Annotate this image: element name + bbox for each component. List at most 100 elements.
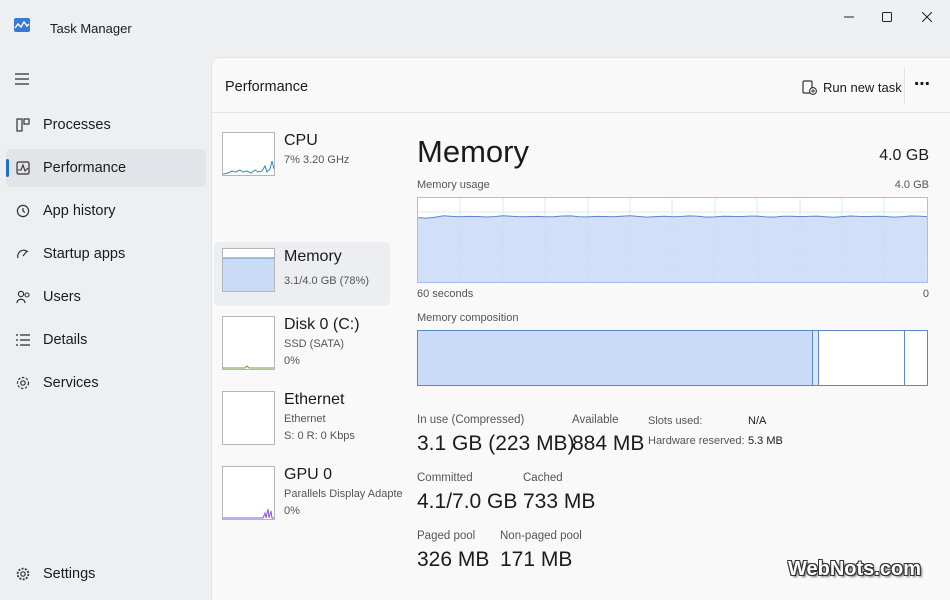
nav-item-performance[interactable]: Performance bbox=[6, 149, 206, 187]
cached-value: 733 MB bbox=[523, 490, 596, 513]
device-sub-disk-usage: 0% bbox=[284, 355, 300, 367]
memory-usage-area bbox=[418, 215, 927, 282]
device-sub-ethernet-throughput: S: 0 R: 0 Kbps bbox=[284, 430, 355, 442]
paged-pool-value: 326 MB bbox=[417, 548, 490, 571]
nav-item-processes[interactable]: Processes bbox=[6, 106, 206, 144]
cached-label: Cached bbox=[523, 472, 563, 484]
nav-label-settings: Settings bbox=[43, 566, 96, 582]
slots-used-label: Slots used: bbox=[648, 415, 703, 427]
webnots-watermark: WebNots.com bbox=[788, 558, 921, 580]
memory-sparkline bbox=[223, 257, 274, 291]
minimize-icon bbox=[844, 16, 854, 18]
nav-label-services: Services bbox=[43, 375, 99, 391]
memory-composition-bar bbox=[417, 330, 928, 386]
available-value: 884 MB bbox=[572, 432, 645, 455]
main-panel: Performance Run new task ⋯ CPU 7% 3.20 G… bbox=[211, 57, 950, 600]
hardware-reserved-value: 5.3 MB bbox=[748, 435, 783, 447]
device-list: CPU 7% 3.20 GHz Memory 3.1/4.0 GB (78%) … bbox=[212, 114, 403, 600]
device-sub-disk-type: SSD (SATA) bbox=[284, 338, 345, 350]
device-item-cpu[interactable]: CPU 7% 3.20 GHz bbox=[214, 126, 390, 190]
non-paged-pool-label: Non-paged pool bbox=[500, 530, 582, 542]
memory-thumbnail-graph bbox=[222, 248, 275, 292]
device-item-memory[interactable]: Memory 3.1/4.0 GB (78%) bbox=[214, 242, 390, 306]
hamburger-menu-icon[interactable] bbox=[14, 72, 32, 90]
services-icon bbox=[15, 375, 31, 391]
nav-label-users: Users bbox=[43, 289, 81, 305]
performance-icon bbox=[15, 160, 31, 176]
maximize-button[interactable] bbox=[867, 4, 907, 30]
memory-title: Memory bbox=[417, 134, 529, 169]
header-divider bbox=[904, 68, 905, 104]
disk-sparkline bbox=[223, 365, 274, 369]
nav-item-users[interactable]: Users bbox=[6, 278, 206, 316]
memory-total: 4.0 GB bbox=[879, 147, 929, 164]
more-options-button[interactable]: ⋯ bbox=[914, 74, 931, 94]
nav-item-app-history[interactable]: App history bbox=[6, 192, 206, 230]
cpu-thumbnail-graph bbox=[222, 132, 275, 176]
device-sub-gpu-adapter: Parallels Display Adapte bbox=[284, 488, 403, 500]
composition-free-segment bbox=[905, 331, 927, 385]
page-title: Performance bbox=[225, 79, 309, 95]
device-item-disk[interactable]: Disk 0 (C:) SSD (SATA) 0% bbox=[214, 310, 390, 374]
device-name-ethernet: Ethernet bbox=[284, 391, 345, 408]
memory-composition-label: Memory composition bbox=[417, 312, 519, 324]
in-use-label: In use (Compressed) bbox=[417, 414, 525, 426]
close-icon bbox=[922, 12, 932, 22]
device-name-gpu: GPU 0 bbox=[284, 466, 333, 483]
composition-standby-segment bbox=[819, 331, 905, 385]
processes-icon bbox=[15, 117, 31, 133]
disk-thumbnail-graph bbox=[222, 316, 275, 370]
details-icon bbox=[15, 332, 31, 348]
device-sub-ethernet-adapter: Ethernet bbox=[284, 413, 326, 425]
task-manager-icon bbox=[14, 18, 30, 32]
axis-zero-label: 0 bbox=[922, 288, 929, 300]
available-label: Available bbox=[572, 414, 619, 426]
committed-label: Committed bbox=[417, 472, 473, 484]
run-new-task-label: Run new task bbox=[823, 79, 902, 95]
composition-in-use-segment bbox=[418, 331, 813, 385]
memory-usage-graph bbox=[417, 197, 928, 283]
nav-label-details: Details bbox=[43, 332, 88, 348]
minimize-button[interactable] bbox=[829, 4, 869, 30]
run-new-task-icon bbox=[802, 79, 817, 95]
device-name-disk: Disk 0 (C:) bbox=[284, 316, 360, 333]
device-item-gpu[interactable]: GPU 0 Parallels Display Adapte 0% bbox=[214, 460, 403, 524]
gpu-thumbnail-graph bbox=[222, 466, 275, 520]
memory-usage-label: Memory usage bbox=[417, 179, 490, 191]
navigation-pane: Processes Performance App history Startu… bbox=[0, 60, 210, 600]
device-name-memory: Memory bbox=[284, 248, 342, 265]
slots-used-value: N/A bbox=[748, 415, 767, 427]
non-paged-pool-value: 171 MB bbox=[500, 548, 573, 571]
device-sub-cpu: 7% 3.20 GHz bbox=[284, 154, 350, 166]
ethernet-thumbnail-graph bbox=[222, 391, 275, 445]
nav-label-startup-apps: Startup apps bbox=[43, 246, 126, 262]
run-new-task-button[interactable]: Run new task bbox=[802, 76, 902, 98]
memory-detail-panel: Memory 4.0 GB Memory usage 4.0 GB 60 sec… bbox=[417, 114, 937, 594]
device-name-cpu: CPU bbox=[284, 132, 318, 149]
device-sub-memory: 3.1/4.0 GB (78%) bbox=[284, 275, 369, 287]
nav-item-startup-apps[interactable]: Startup apps bbox=[6, 235, 206, 273]
title-bar: Task Manager bbox=[0, 0, 950, 46]
device-sub-gpu-usage: 0% bbox=[284, 505, 300, 517]
nav-item-settings[interactable]: Settings bbox=[6, 555, 206, 593]
maximize-icon bbox=[882, 12, 892, 22]
time-span-label: 60 seconds bbox=[417, 288, 474, 300]
device-item-ethernet[interactable]: Ethernet Ethernet S: 0 R: 0 Kbps bbox=[214, 385, 390, 449]
settings-gear-icon bbox=[15, 566, 31, 582]
memory-usage-chart bbox=[418, 198, 927, 282]
page-header: Performance Run new task ⋯ bbox=[212, 58, 950, 113]
memory-usage-max: 4.0 GB bbox=[894, 179, 929, 191]
nav-item-details[interactable]: Details bbox=[6, 321, 206, 359]
window-title: Task Manager bbox=[50, 21, 132, 36]
nav-item-services[interactable]: Services bbox=[6, 364, 206, 402]
cpu-sparkline bbox=[223, 160, 274, 175]
nav-label-app-history: App history bbox=[43, 203, 116, 219]
nav-label-performance: Performance bbox=[43, 160, 127, 176]
nav-label-processes: Processes bbox=[43, 117, 111, 133]
startup-apps-icon bbox=[15, 246, 31, 262]
users-icon bbox=[15, 289, 31, 305]
committed-value: 4.1/7.0 GB bbox=[417, 490, 518, 513]
paged-pool-label: Paged pool bbox=[417, 530, 476, 542]
close-button[interactable] bbox=[907, 4, 947, 30]
hardware-reserved-label: Hardware reserved: bbox=[648, 435, 745, 447]
